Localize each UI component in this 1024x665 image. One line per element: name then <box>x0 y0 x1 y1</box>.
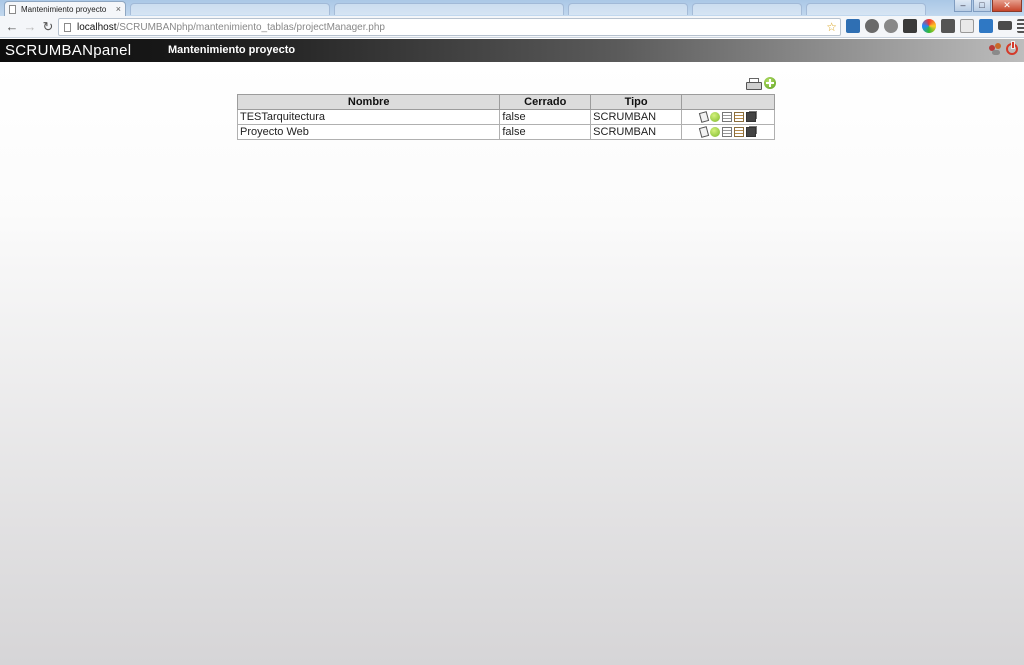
maximize-button[interactable]: □ <box>973 0 991 12</box>
browser-tab[interactable] <box>568 3 688 15</box>
browser-tab[interactable] <box>130 3 330 15</box>
browser-tab[interactable] <box>692 3 802 15</box>
bookmark-star-icon[interactable]: ☆ <box>826 20 837 34</box>
pocket-icon[interactable] <box>903 19 917 33</box>
extension-icon[interactable] <box>960 19 974 33</box>
tab-close-icon[interactable]: × <box>116 4 121 14</box>
extension-icon[interactable] <box>846 19 860 33</box>
table-header-row: Nombre Cerrado Tipo <box>236 94 775 110</box>
tab-title: Mantenimiento proyecto <box>21 4 107 14</box>
projects-table: Nombre Cerrado Tipo TESTarquitectura fal… <box>236 94 775 140</box>
extension-icon[interactable] <box>979 19 993 33</box>
eye-icon[interactable] <box>884 19 898 33</box>
column-header-actions <box>681 94 775 110</box>
forward-arrow-icon[interactable]: → <box>22 19 38 35</box>
page-icon <box>9 4 16 14</box>
assign-users-icon[interactable] <box>710 112 721 123</box>
header-actions <box>989 41 1018 56</box>
logout-power-icon[interactable] <box>1006 41 1018 55</box>
document-icon[interactable] <box>734 112 745 123</box>
edit-icon[interactable] <box>698 111 710 123</box>
extension-icon[interactable] <box>865 19 879 33</box>
column-header-nombre[interactable]: Nombre <box>236 94 501 110</box>
copy-icon[interactable] <box>746 127 757 138</box>
column-header-tipo[interactable]: Tipo <box>590 94 683 110</box>
cell-tipo: SCRUMBAN <box>590 124 683 140</box>
extension-icons <box>846 19 1024 33</box>
add-project-icon[interactable] <box>764 77 776 89</box>
document-icon[interactable] <box>734 127 745 138</box>
browser-tab[interactable] <box>334 3 564 15</box>
cell-actions <box>681 124 775 140</box>
menu-icon[interactable] <box>1017 19 1024 33</box>
cell-cerrado: false <box>499 109 592 125</box>
main-content: Nombre Cerrado Tipo TESTarquitectura fal… <box>0 62 1024 665</box>
cell-tipo: SCRUMBAN <box>590 109 683 125</box>
close-window-button[interactable]: ✕ <box>992 0 1022 12</box>
users-icon[interactable] <box>989 43 1002 56</box>
report-icon[interactable] <box>722 112 733 123</box>
brand-logo[interactable]: SCRUMBANpanel <box>5 40 131 61</box>
minimize-button[interactable]: – <box>954 0 972 12</box>
page-title: Mantenimiento proyecto <box>168 44 296 56</box>
browser-tab[interactable] <box>806 3 926 15</box>
copy-icon[interactable] <box>746 112 757 123</box>
extension-icon[interactable] <box>998 21 1012 30</box>
address-bar[interactable]: localhost /SCRUMBANphp/mantenimiento_tab… <box>58 18 841 36</box>
browser-toolbar: ← → ↻ localhost /SCRUMBANphp/mantenimien… <box>0 16 1024 38</box>
app-header: SCRUMBANpanel Mantenimiento proyecto <box>0 39 1024 62</box>
browser-tab-active[interactable]: Mantenimiento proyecto × <box>4 1 126 16</box>
report-icon[interactable] <box>722 127 733 138</box>
browser-titlebar: Mantenimiento proyecto × – □ ✕ <box>0 0 1024 16</box>
cell-actions <box>681 109 775 125</box>
url-host: localhost <box>77 21 117 33</box>
extension-icon[interactable] <box>922 19 936 33</box>
reload-icon[interactable]: ↻ <box>40 19 56 35</box>
column-header-cerrado[interactable]: Cerrado <box>499 94 592 110</box>
edit-icon[interactable] <box>698 126 710 138</box>
back-arrow-icon[interactable]: ← <box>4 19 20 35</box>
table-row: TESTarquitectura false SCRUMBAN <box>236 109 775 125</box>
page-icon <box>64 22 71 32</box>
table-row: Proyecto Web false SCRUMBAN <box>236 124 775 140</box>
cell-cerrado: false <box>499 124 592 140</box>
url-path: /SCRUMBANphp/mantenimiento_tablas/projec… <box>116 21 385 33</box>
print-icon[interactable] <box>746 77 762 90</box>
window-controls: – □ ✕ <box>954 0 1022 12</box>
cell-nombre: Proyecto Web <box>236 124 501 140</box>
assign-users-icon[interactable] <box>710 127 721 138</box>
table-actions <box>746 77 776 90</box>
cell-nombre: TESTarquitectura <box>236 109 501 125</box>
extension-icon[interactable] <box>941 19 955 33</box>
